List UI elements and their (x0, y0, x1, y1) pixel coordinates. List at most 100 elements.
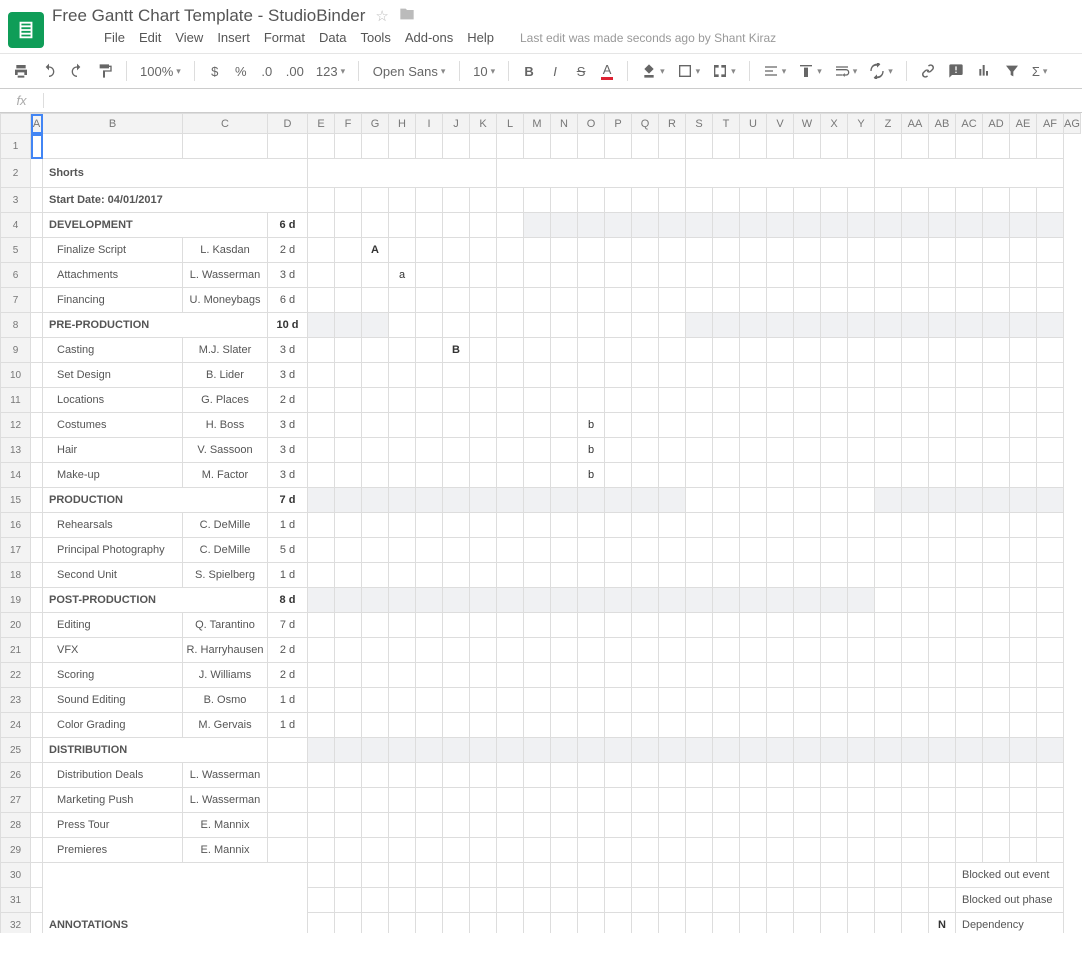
col-header-E[interactable]: E (308, 114, 335, 134)
task-name[interactable]: Color Grading (43, 713, 183, 738)
phase-cell[interactable] (605, 213, 632, 238)
phase-cell[interactable] (497, 213, 524, 238)
task-name[interactable]: Locations (43, 388, 183, 413)
task-name[interactable]: Finalize Script (43, 238, 183, 263)
row-header-18[interactable]: 18 (1, 563, 31, 588)
gantt-cell[interactable]: b (578, 463, 605, 488)
phase-cell[interactable] (848, 213, 875, 238)
task-name[interactable]: Scoring (43, 663, 183, 688)
phase-cell[interactable] (1037, 488, 1064, 513)
phase-cell[interactable] (794, 488, 821, 513)
col-header-R[interactable]: R (659, 114, 686, 134)
row-header-27[interactable]: 27 (1, 788, 31, 813)
col-header-W[interactable]: W (794, 114, 821, 134)
gantt-cell[interactable] (686, 513, 713, 538)
phase-cell[interactable] (389, 213, 416, 238)
star-icon[interactable]: ☆ (375, 7, 388, 25)
phase-cell[interactable] (551, 313, 578, 338)
row-header-32[interactable]: 32 (1, 913, 31, 934)
phase-cell[interactable] (1010, 738, 1037, 763)
row-header-30[interactable]: 30 (1, 863, 31, 888)
task-owner[interactable]: U. Moneybags (183, 288, 268, 313)
phase-cell[interactable] (983, 488, 1010, 513)
phase-cell[interactable] (308, 738, 335, 763)
phase-cell[interactable] (821, 213, 848, 238)
paint-format-icon[interactable] (94, 60, 116, 82)
task-name[interactable]: VFX (43, 638, 183, 663)
phase-cell[interactable] (470, 588, 497, 613)
day-header[interactable]: F (794, 188, 821, 213)
gantt-cell[interactable] (416, 338, 443, 363)
gantt-cell[interactable] (551, 363, 578, 388)
section-duration[interactable]: 10 d (268, 313, 308, 338)
phase-cell[interactable] (740, 588, 767, 613)
gantt-cell[interactable] (1037, 688, 1064, 713)
task-owner[interactable]: L. Kasdan (183, 238, 268, 263)
phase-cell[interactable] (875, 213, 902, 238)
phase-cell[interactable] (308, 588, 335, 613)
gantt-cell[interactable] (416, 263, 443, 288)
task-duration[interactable] (268, 813, 308, 838)
phase-cell[interactable] (524, 488, 551, 513)
task-name[interactable]: Second Unit (43, 563, 183, 588)
phase-cell[interactable] (740, 213, 767, 238)
gantt-cell[interactable] (767, 538, 794, 563)
col-header-N[interactable]: N (551, 114, 578, 134)
row-header-28[interactable]: 28 (1, 813, 31, 838)
phase-cell[interactable] (740, 738, 767, 763)
task-owner[interactable]: L. Wasserman (183, 788, 268, 813)
row-header-14[interactable]: 14 (1, 463, 31, 488)
phase-cell[interactable] (443, 313, 470, 338)
task-name[interactable]: Costumes (43, 413, 183, 438)
col-header-AG[interactable]: AG (1064, 114, 1081, 134)
phase-cell[interactable] (740, 488, 767, 513)
col-header-M[interactable]: M (524, 114, 551, 134)
phase-cell[interactable] (956, 488, 983, 513)
task-owner[interactable]: G. Places (183, 388, 268, 413)
phase-cell[interactable] (389, 313, 416, 338)
phase-cell[interactable] (713, 488, 740, 513)
phase-cell[interactable] (578, 213, 605, 238)
zoom-select[interactable]: 100% (137, 60, 184, 82)
phase-cell[interactable] (524, 313, 551, 338)
phase-cell[interactable] (902, 488, 929, 513)
borders-button[interactable] (674, 60, 704, 82)
phase-cell[interactable] (524, 588, 551, 613)
gantt-cell[interactable] (713, 538, 740, 563)
gantt-cell[interactable] (443, 263, 470, 288)
row-header-22[interactable]: 22 (1, 663, 31, 688)
day-header[interactable]: T (902, 188, 929, 213)
phase-cell[interactable] (497, 588, 524, 613)
row-header-25[interactable]: 25 (1, 738, 31, 763)
phase-cell[interactable] (551, 738, 578, 763)
col-header-O[interactable]: O (578, 114, 605, 134)
phase-cell[interactable] (659, 738, 686, 763)
phase-cell[interactable] (767, 488, 794, 513)
week-header[interactable]: WEEK 4 (875, 159, 1064, 188)
task-owner[interactable]: B. Lider (183, 363, 268, 388)
gantt-cell[interactable]: B (443, 338, 470, 363)
row-header-2[interactable]: 2 (1, 159, 31, 188)
col-header-X[interactable]: X (821, 114, 848, 134)
phase-cell[interactable] (632, 588, 659, 613)
task-duration[interactable] (268, 838, 308, 863)
phase-cell[interactable] (767, 738, 794, 763)
menu-view[interactable]: View (175, 30, 203, 45)
day-header[interactable]: W (929, 188, 956, 213)
phase-cell[interactable] (686, 588, 713, 613)
gantt-cell[interactable] (875, 613, 902, 638)
col-header-AD[interactable]: AD (983, 114, 1010, 134)
gantt-cell[interactable] (1010, 638, 1037, 663)
day-header[interactable]: TH (767, 188, 794, 213)
section-duration[interactable]: 8 d (268, 588, 308, 613)
phase-cell[interactable] (443, 488, 470, 513)
gantt-cell[interactable] (1037, 663, 1064, 688)
section-header[interactable]: POST-PRODUCTION (43, 588, 268, 613)
day-header[interactable]: TH (956, 188, 983, 213)
phase-cell[interactable] (632, 213, 659, 238)
task-owner[interactable]: V. Sassoon (183, 438, 268, 463)
phase-cell[interactable] (902, 313, 929, 338)
phase-cell[interactable] (416, 213, 443, 238)
day-header[interactable]: W (740, 188, 767, 213)
row-header-4[interactable]: 4 (1, 213, 31, 238)
